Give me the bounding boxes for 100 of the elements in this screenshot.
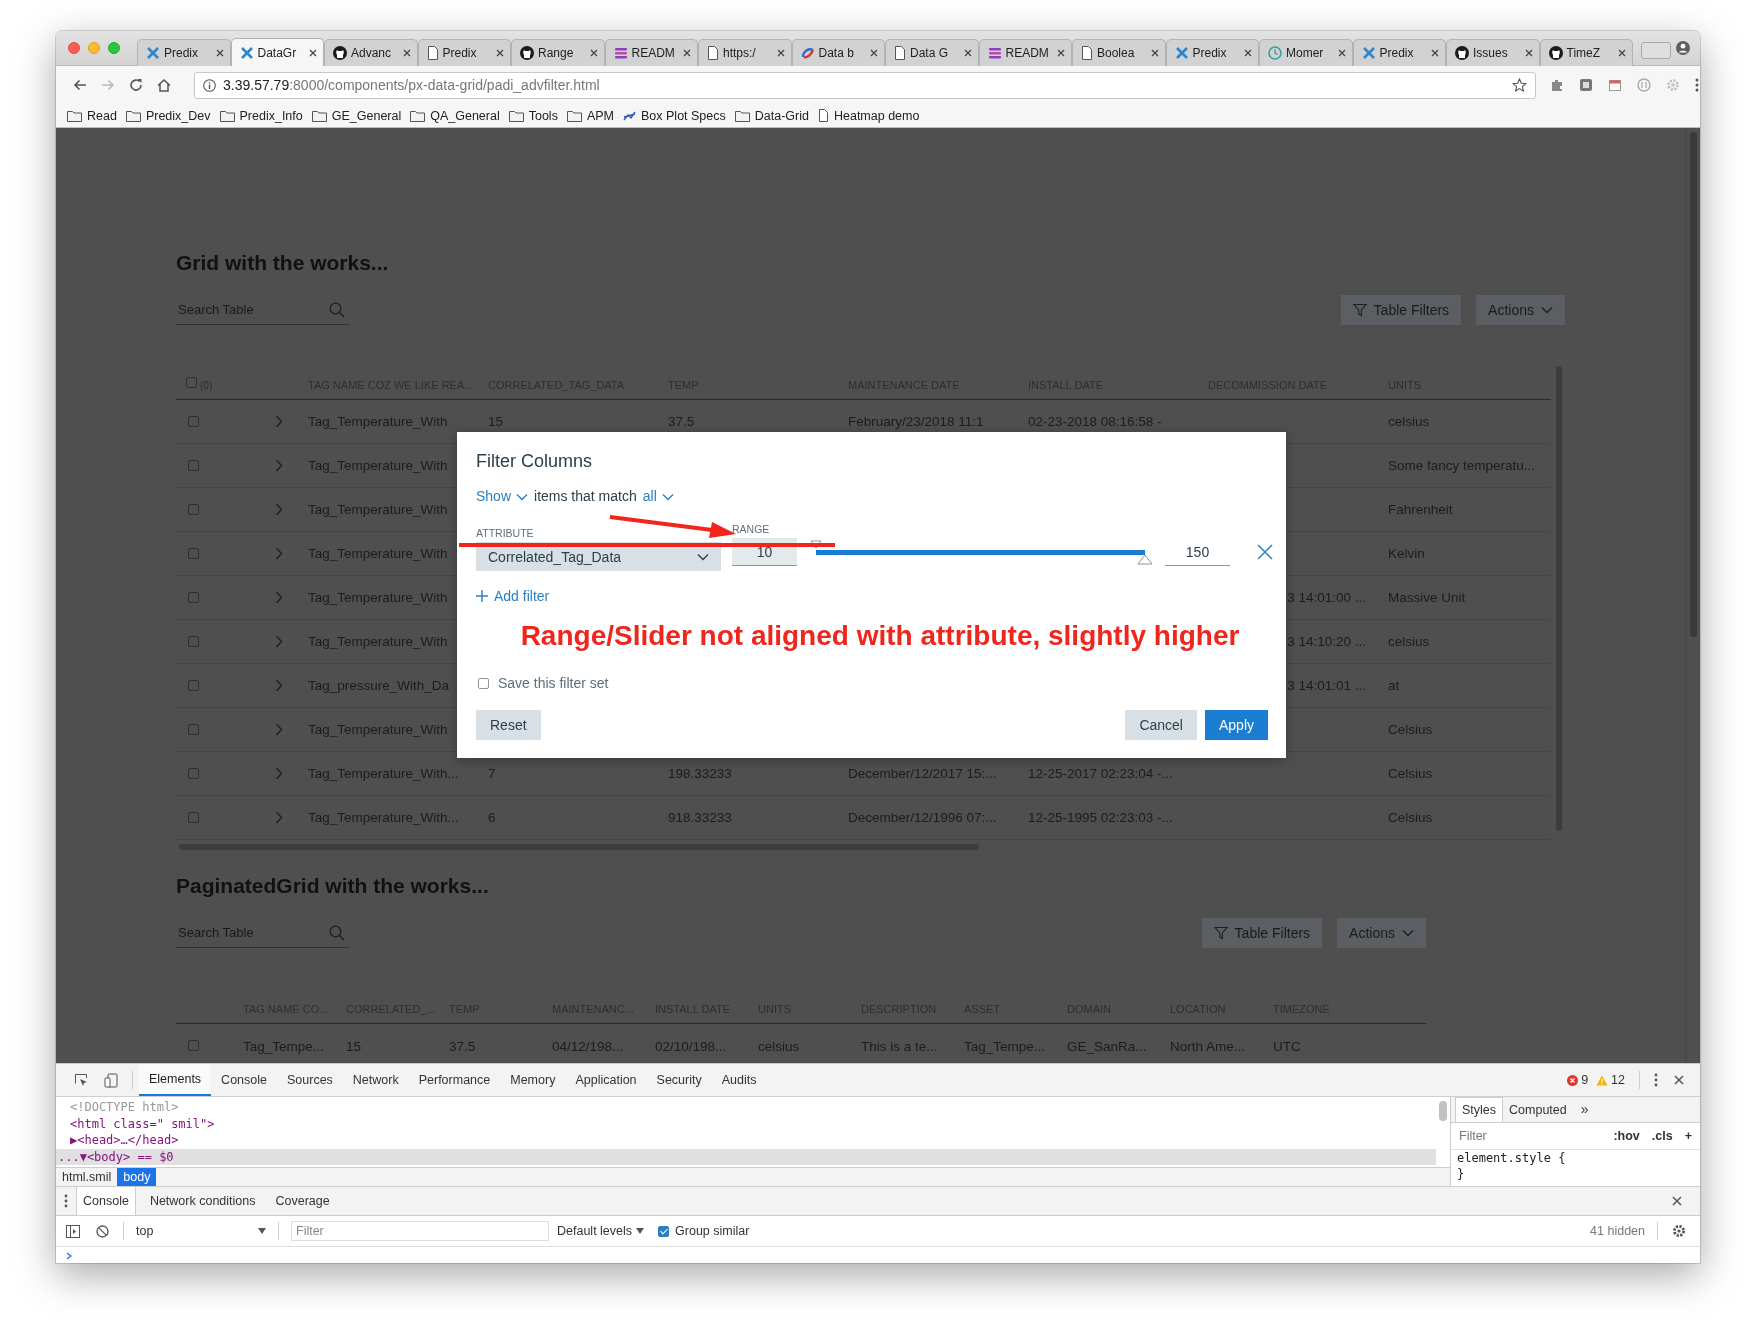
code-line[interactable]: <html class=" smil"> xyxy=(56,1115,1436,1132)
browser-tab[interactable]: Data G xyxy=(885,39,979,66)
more-tabs-button[interactable]: » xyxy=(1572,1098,1597,1122)
devtools-tab[interactable]: Elements xyxy=(139,1064,212,1096)
close-icon[interactable] xyxy=(1618,49,1626,57)
dialog-button[interactable]: Cancel xyxy=(1125,710,1197,740)
close-icon[interactable] xyxy=(1674,1075,1684,1085)
browser-tab[interactable]: READM xyxy=(978,39,1072,66)
browser-tab[interactable]: Range xyxy=(511,39,605,66)
checkbox[interactable] xyxy=(188,415,199,427)
puzzle-icon[interactable] xyxy=(1550,78,1564,92)
bookmark-link[interactable]: Tools xyxy=(508,108,558,123)
checkbox[interactable] xyxy=(188,459,199,471)
calendar-icon[interactable] xyxy=(1608,78,1622,92)
close-icon[interactable] xyxy=(963,49,972,57)
chevron-right-icon[interactable] xyxy=(275,458,283,472)
close-icon[interactable] xyxy=(1257,544,1273,560)
sidebar-icon[interactable] xyxy=(66,1224,80,1238)
checkbox[interactable] xyxy=(188,767,199,779)
checkbox[interactable] xyxy=(188,679,199,691)
bookmark-link[interactable]: Heatmap demo xyxy=(817,108,920,123)
close-icon[interactable] xyxy=(496,49,504,57)
browser-tab[interactable]: Predix xyxy=(417,39,511,66)
back-icon[interactable] xyxy=(73,79,87,91)
breadcrumb[interactable]: html.smil xyxy=(56,1168,118,1186)
reload-icon[interactable] xyxy=(129,78,143,92)
show-dropdown[interactable]: Show xyxy=(476,486,529,506)
close-icon[interactable] xyxy=(1524,49,1533,57)
browser-tab[interactable]: Advanc xyxy=(324,39,418,66)
checkbox[interactable] xyxy=(188,811,199,823)
devtools-tab[interactable]: Audits xyxy=(711,1064,767,1096)
toggle-button[interactable]: .cls xyxy=(1651,1129,1673,1143)
close-icon[interactable] xyxy=(683,49,691,57)
browser-tab[interactable]: Predix xyxy=(137,39,231,66)
inspect-icon[interactable] xyxy=(74,1073,88,1087)
close-icon[interactable] xyxy=(215,49,224,57)
browser-tab[interactable]: Data b xyxy=(791,39,885,66)
search-icon[interactable] xyxy=(329,301,345,318)
checkbox[interactable] xyxy=(188,635,199,647)
bookmark-link[interactable]: GE_General xyxy=(311,108,402,123)
close-icon[interactable] xyxy=(589,49,598,57)
devtools-tab[interactable]: Memory xyxy=(500,1064,566,1096)
drawer-tab[interactable]: Network conditions xyxy=(143,1187,262,1215)
devtools-tab[interactable]: Security xyxy=(646,1064,712,1096)
chevron-right-icon[interactable] xyxy=(275,414,283,428)
bookmark-link[interactable]: APM xyxy=(566,108,614,123)
bookmark-link[interactable]: Predix_Dev xyxy=(125,108,211,123)
close-icon[interactable] xyxy=(776,49,785,57)
devtools-tab[interactable]: Sources xyxy=(277,1064,343,1096)
close-window-button[interactable] xyxy=(68,42,80,54)
browser-tab[interactable]: Boolea xyxy=(1072,39,1166,66)
chevron-right-icon[interactable] xyxy=(275,766,283,780)
bookmark-link[interactable]: Read xyxy=(67,108,117,123)
context-select[interactable]: top xyxy=(130,1224,272,1238)
match-mode-dropdown[interactable]: all xyxy=(642,486,674,506)
address-field[interactable]: 3.39.57.79:8000/components/px-data-grid/padi_advfilter.html xyxy=(194,71,1536,99)
device-icon[interactable] xyxy=(104,1072,118,1088)
extension-icon[interactable] xyxy=(1637,78,1651,92)
bookmark-link[interactable]: Box Plot Specs xyxy=(623,108,726,123)
close-icon[interactable] xyxy=(309,48,317,57)
drawer-tab[interactable]: Console xyxy=(76,1187,136,1215)
close-icon[interactable] xyxy=(1244,49,1252,57)
dialog-button[interactable]: Apply xyxy=(1204,710,1268,740)
chevron-right-icon[interactable] xyxy=(275,722,283,736)
checkbox[interactable] xyxy=(188,591,199,603)
close-icon[interactable] xyxy=(870,49,878,57)
browser-tab[interactable]: READM xyxy=(604,39,698,66)
levels-dropdown[interactable]: Default levels xyxy=(557,1224,645,1238)
close-icon[interactable] xyxy=(1431,49,1439,57)
add-filter-link[interactable]: Add filter xyxy=(476,586,550,606)
scrollbar[interactable] xyxy=(1439,1101,1447,1121)
more-icon[interactable] xyxy=(1654,1073,1658,1087)
extension-icon[interactable] xyxy=(1579,78,1593,92)
checkbox[interactable] xyxy=(658,1225,670,1237)
more-icon[interactable] xyxy=(64,1194,68,1208)
zoom-window-button[interactable] xyxy=(108,42,120,54)
filter-field[interactable]: Filter xyxy=(291,1221,549,1241)
search-icon[interactable] xyxy=(329,924,345,941)
checkbox[interactable] xyxy=(188,1040,199,1051)
home-icon[interactable] xyxy=(157,78,171,92)
info-icon[interactable] xyxy=(203,78,216,92)
styles-tab[interactable]: Styles xyxy=(1455,1097,1504,1122)
chevron-right-icon[interactable] xyxy=(275,590,283,604)
checkbox[interactable] xyxy=(478,677,489,689)
browser-tab[interactable]: Predix xyxy=(1165,39,1259,66)
bookmark-link[interactable]: QA_General xyxy=(410,108,500,123)
chevron-right-icon[interactable] xyxy=(275,634,283,648)
breadcrumb[interactable]: body xyxy=(117,1168,157,1186)
code-line[interactable]: ▶<head>…</head> xyxy=(56,1132,1436,1149)
toggle-button[interactable]: :hov xyxy=(1613,1129,1640,1143)
checkbox[interactable] xyxy=(188,547,199,559)
chevron-right-icon[interactable] xyxy=(275,810,283,824)
filter-field[interactable]: Filter xyxy=(1459,1129,1602,1143)
devtools-tab[interactable]: Application xyxy=(565,1064,647,1096)
devtools-tab[interactable]: Network xyxy=(342,1064,409,1096)
slider-thumb[interactable] xyxy=(1137,554,1153,565)
chevron-right-icon[interactable] xyxy=(275,546,283,560)
devtools-tab[interactable]: Performance xyxy=(408,1064,501,1096)
profile-icon[interactable] xyxy=(1676,41,1690,55)
checkbox[interactable] xyxy=(188,723,199,735)
